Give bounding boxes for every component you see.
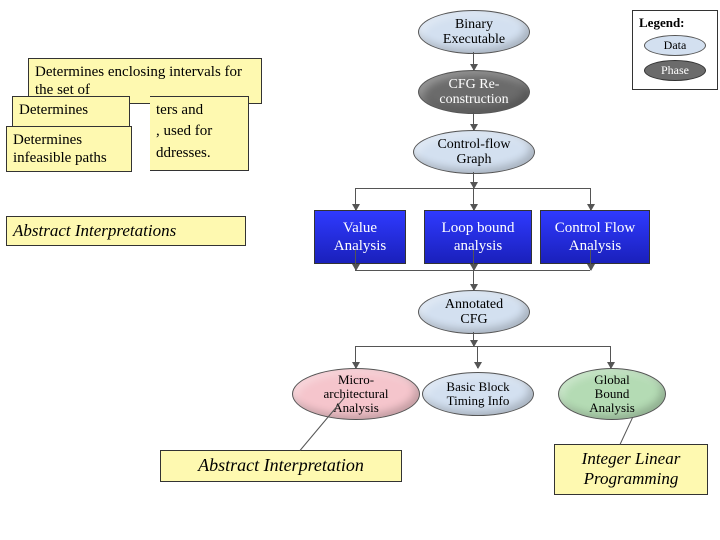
arrow bbox=[473, 270, 474, 290]
node-global-bound-analysis: Global Bound Analysis bbox=[558, 368, 666, 420]
note-fragment-ddresses: ddresses. bbox=[150, 140, 249, 171]
box-control-flow-analysis: Control Flow Analysis bbox=[540, 210, 650, 264]
connector bbox=[355, 346, 610, 347]
arrow bbox=[355, 250, 356, 270]
arrow bbox=[590, 250, 591, 270]
legend-phase: Phase bbox=[644, 60, 706, 81]
arrow bbox=[610, 346, 611, 368]
leader-line bbox=[620, 417, 634, 445]
arrow bbox=[473, 188, 474, 210]
arrow bbox=[355, 346, 356, 368]
arrow bbox=[473, 332, 474, 346]
box-loop-bound-analysis: Loop bound analysis bbox=[424, 210, 532, 264]
arrow bbox=[473, 52, 474, 70]
node-basic-block-timing-info: Basic Block Timing Info bbox=[422, 372, 534, 416]
box-value-analysis: Value Analysis bbox=[314, 210, 406, 264]
arrow bbox=[473, 112, 474, 130]
arrow bbox=[590, 188, 591, 210]
legend-title: Legend: bbox=[639, 15, 711, 31]
node-annotated-cfg: Annotated CFG bbox=[418, 290, 530, 334]
note-abstract-interpretations: Abstract Interpretations bbox=[6, 216, 246, 246]
node-cfg-reconstruction: CFG Re- construction bbox=[418, 70, 530, 114]
node-control-flow-graph: Control-flow Graph bbox=[413, 130, 535, 174]
arrow bbox=[473, 250, 474, 270]
note-determines-1: Determines bbox=[12, 96, 130, 128]
note-determines-infeasible-paths: Determines infeasible paths bbox=[6, 126, 132, 172]
note-abstract-interpretation: Abstract Interpretation bbox=[160, 450, 402, 482]
node-microarchitectural-analysis: Micro- architectural Analysis bbox=[292, 368, 420, 420]
arrow bbox=[355, 188, 356, 210]
arrow bbox=[473, 172, 474, 188]
legend-box: Legend: Data Phase bbox=[632, 10, 718, 90]
node-binary-executable: Binary Executable bbox=[418, 10, 530, 54]
legend-data: Data bbox=[644, 35, 706, 56]
note-integer-linear-programming: Integer Linear Programming bbox=[554, 444, 708, 495]
arrow bbox=[477, 346, 478, 368]
